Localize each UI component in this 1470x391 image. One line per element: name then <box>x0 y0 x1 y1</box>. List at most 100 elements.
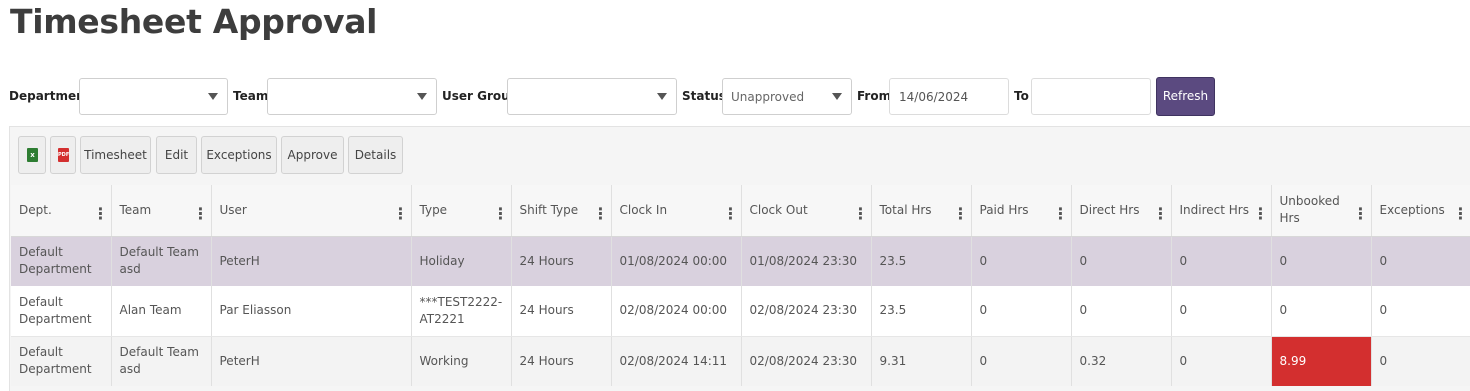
team-select[interactable] <box>267 78 437 115</box>
export-pdf-button[interactable]: PDF <box>50 136 76 174</box>
refresh-button[interactable]: Refresh <box>1156 77 1215 116</box>
department-select[interactable] <box>79 78 228 115</box>
table-cell: 9.31 <box>871 336 972 386</box>
column-menu-icon[interactable]: ⋮ <box>193 206 209 225</box>
column-menu-icon[interactable]: ⋮ <box>93 206 109 225</box>
table-cell: 0 <box>971 286 1072 337</box>
column-header-exceptions[interactable]: Exceptions ⋮ <box>1371 185 1470 237</box>
table-cell: Default Department <box>11 236 112 286</box>
timesheet-button[interactable]: Timesheet <box>80 136 151 174</box>
exceptions-button[interactable]: Exceptions <box>201 136 277 174</box>
column-header-user[interactable]: User ⋮ <box>211 185 412 237</box>
column-menu-icon[interactable]: ⋮ <box>1053 206 1069 225</box>
column-menu-icon[interactable]: ⋮ <box>1353 206 1369 225</box>
table-cell: 0 <box>1271 236 1372 286</box>
status-select[interactable]: Unapproved <box>722 78 852 115</box>
table-cell: 24 Hours <box>511 236 612 286</box>
chevron-down-icon <box>657 93 667 100</box>
table-cell: Default Department <box>11 336 112 386</box>
column-header-label: Clock In <box>619 202 668 217</box>
status-value: Unapproved <box>731 90 805 104</box>
column-menu-icon[interactable]: ⋮ <box>723 206 739 225</box>
column-header-label: Total Hrs <box>879 202 932 217</box>
table-cell: ***TEST2222-AT2221 <box>411 286 512 337</box>
from-date-value: 14/06/2024 <box>899 90 969 104</box>
column-header-clock-in[interactable]: Clock In ⋮ <box>611 185 742 237</box>
column-menu-icon[interactable]: ⋮ <box>1153 206 1169 225</box>
pdf-file-icon: PDF <box>58 148 69 162</box>
table-row[interactable]: Default Department Alan Team Par Eliasso… <box>11 286 1470 337</box>
table-cell: Default Team asd <box>111 336 212 386</box>
excel-file-icon: x <box>27 148 38 162</box>
column-header-shift-type[interactable]: Shift Type ⋮ <box>511 185 612 237</box>
column-header-label: Shift Type <box>519 202 579 217</box>
column-menu-icon[interactable]: ⋮ <box>1253 206 1269 225</box>
table-cell: 0 <box>1371 236 1470 286</box>
table-cell: Default Team asd <box>111 236 212 286</box>
column-header-label: User <box>219 202 247 217</box>
user-group-select[interactable] <box>507 78 677 115</box>
column-header-label: Unbooked Hrs <box>1279 194 1340 226</box>
table-cell: 02/08/2024 14:11 <box>611 336 742 386</box>
table-cell: 02/08/2024 00:00 <box>611 286 742 337</box>
table-cell: 23.5 <box>871 286 972 337</box>
table-cell: Default Department <box>11 286 112 337</box>
column-header-label: Direct Hrs <box>1079 202 1140 217</box>
column-menu-icon[interactable]: ⋮ <box>1453 206 1469 225</box>
table-cell: PeterH <box>211 236 412 286</box>
column-header-paid-hrs[interactable]: Paid Hrs ⋮ <box>971 185 1072 237</box>
details-button[interactable]: Details <box>348 136 403 174</box>
from-date-input[interactable]: 14/06/2024 <box>889 78 1009 115</box>
table-cell: 0 <box>971 236 1072 286</box>
table-cell: Par Eliasson <box>211 286 412 337</box>
table-cell: 01/08/2024 00:00 <box>611 236 742 286</box>
approve-button[interactable]: Approve <box>281 136 344 174</box>
export-excel-button[interactable]: x <box>18 136 46 174</box>
table-row[interactable]: Default Department Default Team asd Pete… <box>11 336 1470 386</box>
table-header-row: Dept. ⋮ Team ⋮ User ⋮ Type ⋮ Shift Type ⋮ Clo… <box>11 185 1470 237</box>
table-cell: 0 <box>1271 286 1372 337</box>
chevron-down-icon <box>417 93 427 100</box>
table-cell: 02/08/2024 23:30 <box>741 336 872 386</box>
column-menu-icon[interactable]: ⋮ <box>593 206 609 225</box>
table-cell: Holiday <box>411 236 512 286</box>
column-header-label: Exceptions <box>1379 202 1445 217</box>
table-cell: 0.32 <box>1071 336 1172 386</box>
table-cell: PeterH <box>211 336 412 386</box>
unbooked-alert-cell: 8.99 <box>1271 336 1372 386</box>
column-header-direct-hrs[interactable]: Direct Hrs ⋮ <box>1071 185 1172 237</box>
from-label: From <box>857 89 892 103</box>
column-header-clock-out[interactable]: Clock Out ⋮ <box>741 185 872 237</box>
column-menu-icon[interactable]: ⋮ <box>953 206 969 225</box>
column-header-label: Indirect Hrs <box>1179 202 1249 217</box>
column-header-total-hrs[interactable]: Total Hrs ⋮ <box>871 185 972 237</box>
column-menu-icon[interactable]: ⋮ <box>393 206 409 225</box>
table-cell: 0 <box>1171 236 1272 286</box>
table-cell: 0 <box>1171 286 1272 337</box>
column-header-dept[interactable]: Dept. ⋮ <box>11 185 112 237</box>
table-cell: 24 Hours <box>511 286 612 337</box>
column-menu-icon[interactable]: ⋮ <box>853 206 869 225</box>
table-cell: 0 <box>971 336 1072 386</box>
to-date-input[interactable] <box>1031 78 1151 115</box>
table-cell: 0 <box>1371 336 1470 386</box>
table-cell: 0 <box>1071 236 1172 286</box>
table-cell: Alan Team <box>111 286 212 337</box>
column-header-team[interactable]: Team ⋮ <box>111 185 212 237</box>
table-cell: 23.5 <box>871 236 972 286</box>
column-header-unbooked-hrs[interactable]: Unbooked Hrs ⋮ <box>1271 185 1372 237</box>
chevron-down-icon <box>832 93 842 100</box>
grid-panel: x PDF Timesheet Edit Exceptions Approve … <box>9 126 1470 391</box>
column-header-label: Type <box>419 202 448 217</box>
table-cell: 24 Hours <box>511 336 612 386</box>
table-row[interactable]: Default Department Default Team asd Pete… <box>11 236 1470 286</box>
edit-button[interactable]: Edit <box>156 136 197 174</box>
column-menu-icon[interactable]: ⋮ <box>493 206 509 225</box>
to-label: To <box>1014 89 1029 103</box>
table-cell: 0 <box>1171 336 1272 386</box>
column-header-type[interactable]: Type ⋮ <box>411 185 512 237</box>
table-cell: 01/08/2024 23:30 <box>741 236 872 286</box>
column-header-indirect-hrs[interactable]: Indirect Hrs ⋮ <box>1171 185 1272 237</box>
column-header-label: Team <box>119 202 152 217</box>
column-header-label: Clock Out <box>749 202 808 217</box>
